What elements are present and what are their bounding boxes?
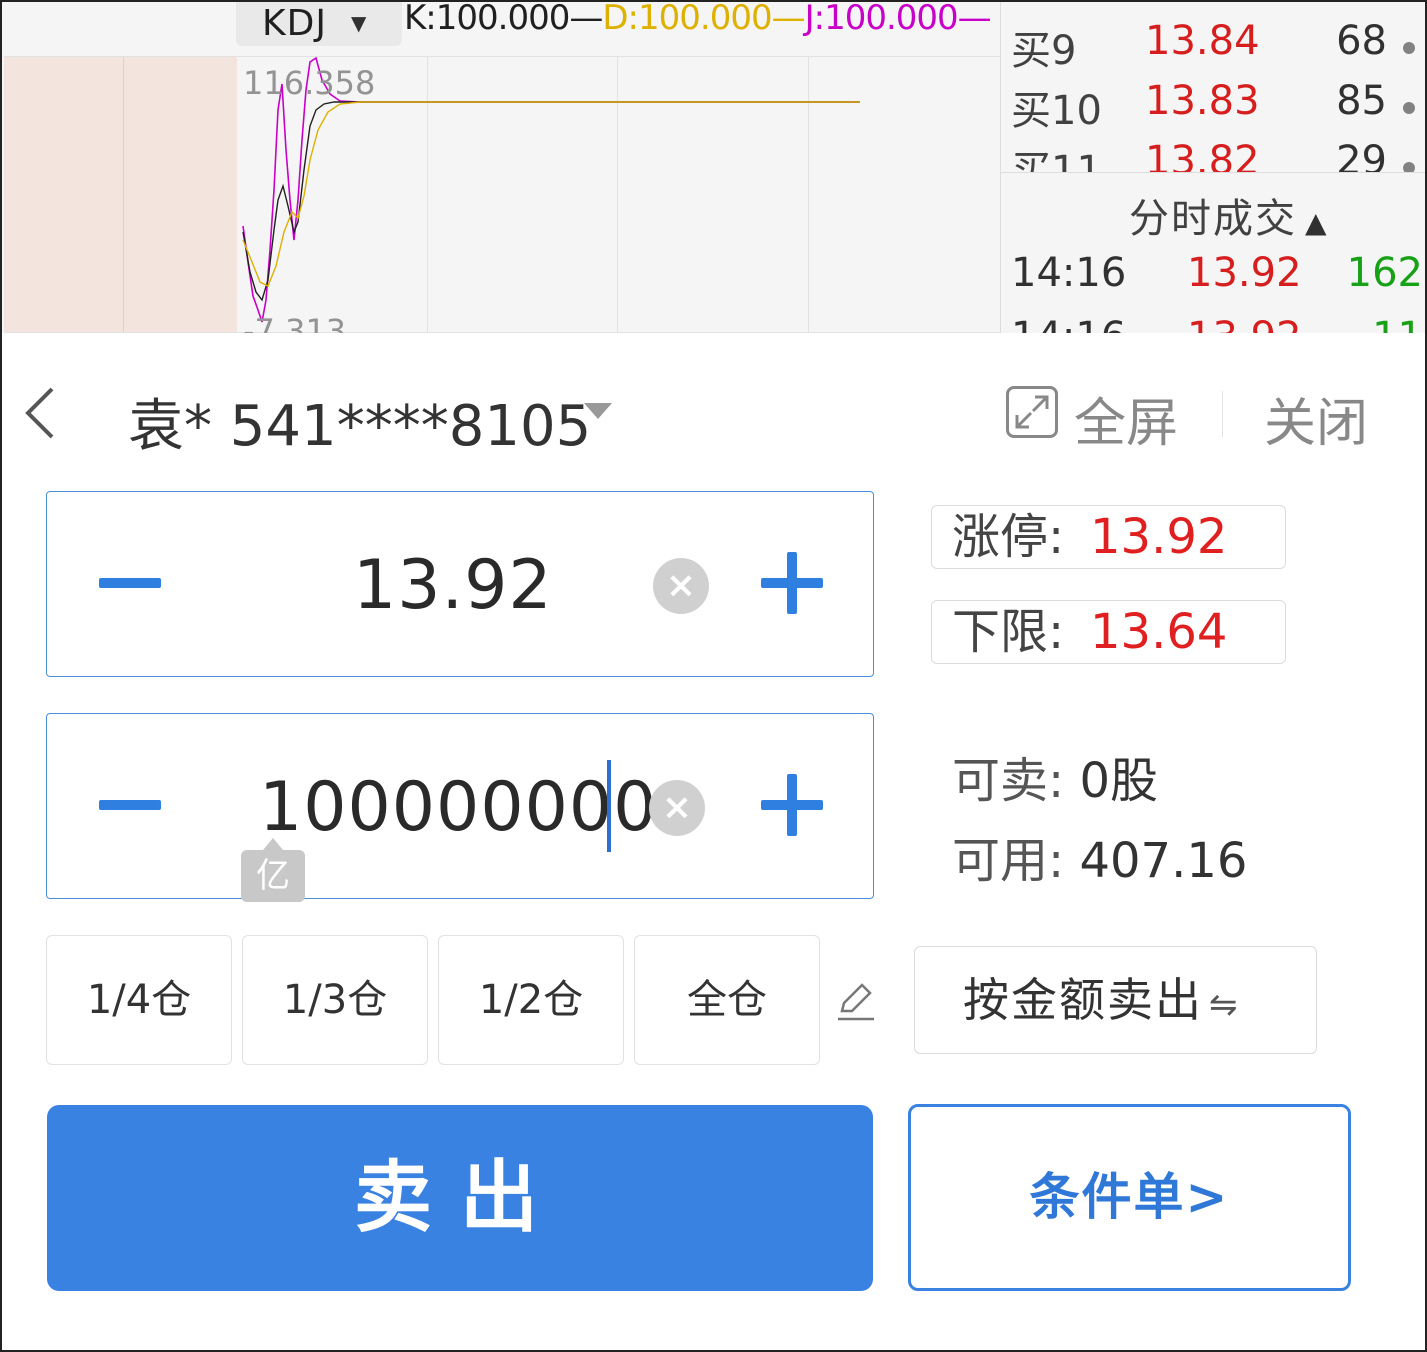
background-quote-page: KDJ ▼ K:100.000—D:100.000—J:100.000— 116… (0, 0, 1427, 333)
unit-hint: 亿 (241, 838, 305, 902)
position-third-button[interactable]: 1/3仓 (242, 935, 428, 1065)
minus-icon[interactable] (99, 800, 161, 810)
caret-down-icon[interactable] (584, 403, 612, 419)
position-half-button[interactable]: 1/2仓 (438, 935, 624, 1065)
position-quarter-button[interactable]: 1/4仓 (46, 935, 232, 1065)
clear-icon[interactable]: × (649, 780, 705, 836)
text-cursor (607, 760, 611, 852)
dim-overlay (0, 0, 1427, 333)
sellable-info: 可卖: 0股 (952, 753, 1158, 809)
limit-up-box[interactable]: 涨停: 13.92 (931, 505, 1286, 569)
edit-icon[interactable] (834, 979, 878, 1023)
sell-by-amount-button[interactable]: 按金额卖出 ⇋ (914, 946, 1317, 1054)
available-info: 可用: 407.16 (952, 833, 1248, 889)
back-chevron-icon[interactable] (18, 383, 62, 443)
quantity-input[interactable]: 100000000 (259, 768, 657, 847)
expand-icon[interactable] (1006, 386, 1058, 438)
position-full-button[interactable]: 全仓 (634, 935, 820, 1065)
quantity-stepper: 100000000 × 亿 (46, 713, 874, 902)
clear-icon[interactable]: × (653, 558, 709, 614)
price-stepper: 13.92 × (46, 491, 874, 677)
swap-icon: ⇋ (1209, 985, 1240, 1025)
sell-button[interactable]: 卖出 (47, 1105, 873, 1291)
fullscreen-button[interactable]: 全屏 (1074, 381, 1178, 456)
limit-down-box[interactable]: 下限: 13.64 (931, 600, 1286, 664)
price-input[interactable]: 13.92 (353, 546, 553, 625)
close-button[interactable]: 关闭 (1264, 381, 1368, 456)
sell-order-sheet: 袁* 541****8105 全屏 关闭 13.92 × 100000000 ×… (0, 333, 1427, 1352)
condition-order-button[interactable]: 条件单> (908, 1104, 1351, 1291)
account-selector[interactable]: 袁* 541****8105 (128, 381, 591, 462)
minus-icon[interactable] (99, 578, 161, 588)
